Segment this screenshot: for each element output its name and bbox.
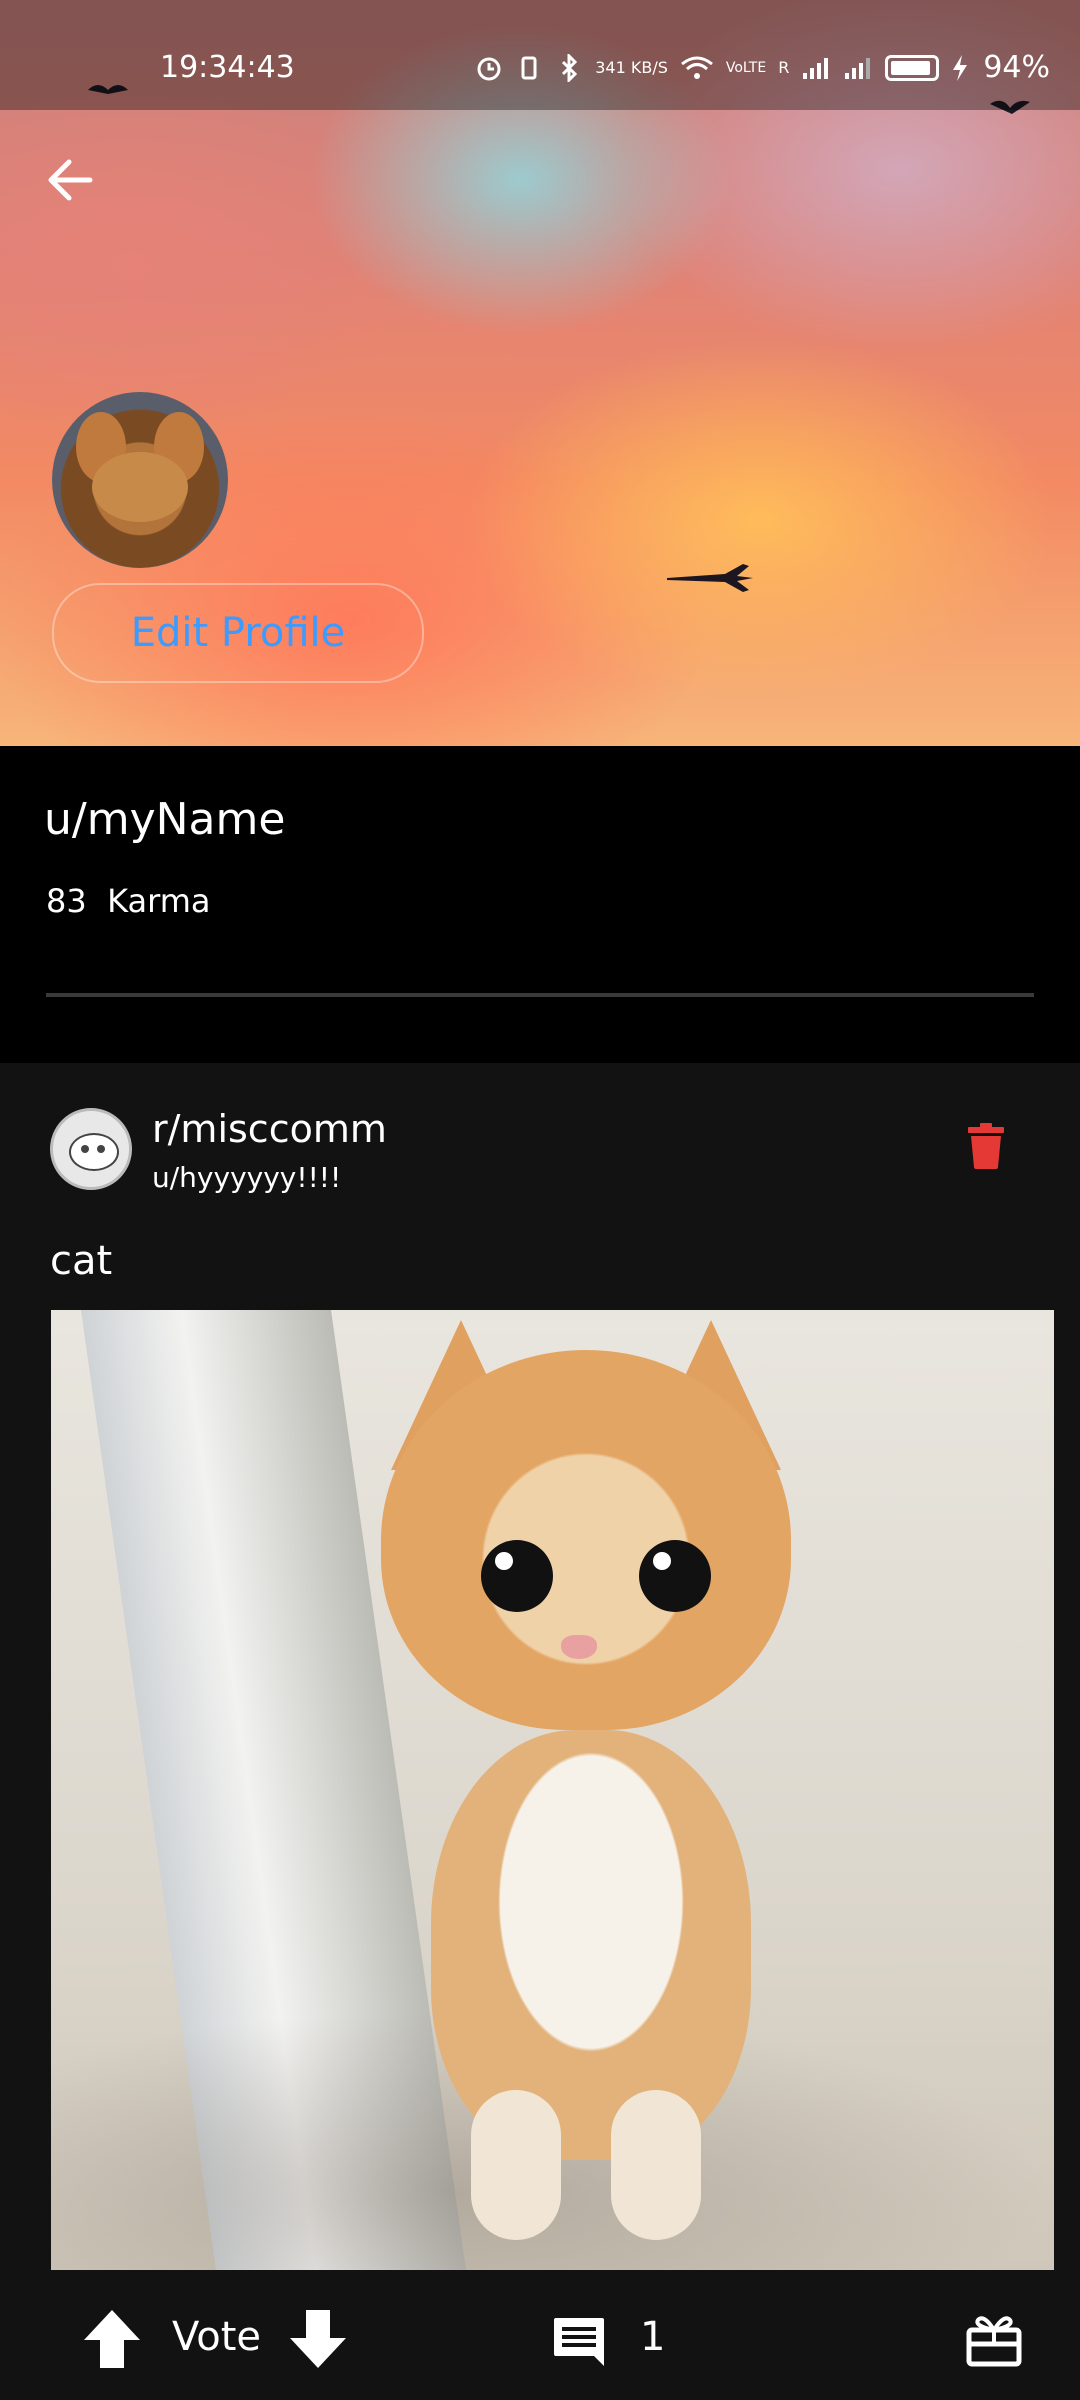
award-button[interactable] [966,2312,1022,2368]
edit-profile-button[interactable]: Edit Profile [52,583,424,683]
status-right-area: 341 KB/S VoLTE R 94% [475,50,1050,85]
subreddit-avatar[interactable] [50,1108,132,1190]
snoo-eye [97,1145,105,1153]
airplane-icon [667,564,753,592]
karma-value: 83 [46,882,87,920]
username: u/myName [44,794,286,845]
volte-label: VoLTE [725,59,767,76]
upvote-button[interactable] [82,2308,142,2370]
kitten-paw [471,2090,561,2240]
snoo-eye [81,1145,89,1153]
comment-icon [554,2318,604,2366]
karma: 83 Karma [46,882,210,920]
roaming-label: R [778,58,790,77]
kitten-eye [639,1540,711,1612]
post-image[interactable] [51,1310,1054,2270]
comment-button[interactable] [552,2316,606,2368]
post-author[interactable]: u/hyyyyyy!!!! [152,1161,341,1194]
arrow-up-icon [84,2310,140,2368]
vibrate-icon [521,56,537,79]
trash-icon [968,1123,1004,1169]
network-speed: 341 KB/S [595,57,668,77]
gift-icon [966,2316,1022,2367]
delete-button[interactable] [968,1123,1016,1179]
post-action-bar: Vote 1 [0,2270,1080,2400]
arrow-down-icon [290,2310,346,2368]
kitten-nose [561,1635,597,1659]
post-card[interactable]: r/misccomm u/hyyyyyy!!!! cat Vote 1 [0,1063,1080,2400]
signal-icon [845,57,871,79]
subreddit-name[interactable]: r/misccomm [152,1107,387,1151]
karma-label: Karma [107,882,211,920]
snoo-head [69,1133,119,1171]
wifi-icon [680,56,713,79]
kitten-eye [481,1540,553,1612]
kitten-head [381,1350,791,1730]
divider [46,993,1034,997]
profile-avatar[interactable] [52,392,228,568]
battery-percent: 94% [983,50,1050,85]
status-time: 19:34:43 [160,50,295,85]
battery-icon [885,54,940,81]
profile-info: u/myName 83 Karma [0,746,1080,1063]
signal-icon [803,57,829,79]
downvote-button[interactable] [288,2308,348,2370]
status-icons: 341 KB/S VoLTE R [475,53,969,82]
bluetooth-icon [562,53,578,82]
status-bar: 19:34:43 341 KB/S VoLTE R 94% [0,0,1080,110]
kitten-paw [611,2090,701,2240]
back-button[interactable] [40,150,100,210]
avatar-face [92,452,188,522]
comment-count: 1 [640,2314,666,2360]
kitten-body [431,1730,751,2160]
alarm-icon [477,57,501,80]
vote-label: Vote [172,2314,262,2360]
post-title[interactable]: cat [50,1238,112,1284]
profile-banner: 19:34:43 341 KB/S VoLTE R 94% Edit Profi… [0,0,1080,746]
back-arrow-icon [48,159,93,201]
charging-icon [953,54,968,81]
